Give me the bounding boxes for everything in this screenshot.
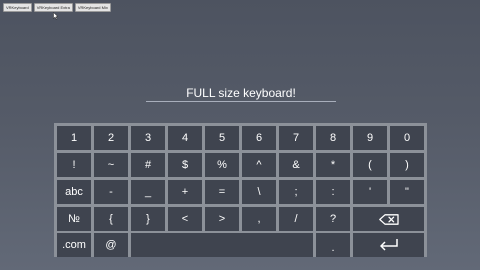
key[interactable]: ^: [242, 153, 276, 177]
key[interactable]: <: [168, 207, 202, 231]
key[interactable]: 8: [316, 126, 350, 150]
key[interactable]: &: [279, 153, 313, 177]
key[interactable]: /: [279, 207, 313, 231]
key[interactable]: }: [131, 207, 165, 231]
key-at[interactable]: @: [94, 233, 128, 257]
key[interactable]: _: [131, 180, 165, 204]
key[interactable]: 2: [94, 126, 128, 150]
key[interactable]: {: [94, 207, 128, 231]
key[interactable]: +: [168, 180, 202, 204]
key[interactable]: *: [316, 153, 350, 177]
key-dotcom[interactable]: .com: [57, 233, 91, 257]
key[interactable]: 3: [131, 126, 165, 150]
key[interactable]: #: [131, 153, 165, 177]
tab-vrkeyboard[interactable]: VRKeyboard: [3, 3, 32, 12]
key[interactable]: abc: [57, 180, 91, 204]
key-period[interactable]: .: [316, 233, 350, 257]
key[interactable]: 4: [168, 126, 202, 150]
tab-vrkeyboard-mix[interactable]: VRKeyboard Mix: [74, 3, 111, 12]
key[interactable]: 7: [279, 126, 313, 150]
key[interactable]: ,: [242, 207, 276, 231]
key[interactable]: 1: [57, 126, 91, 150]
virtual-keyboard: 1 2 3 4 5 6 7 8 9 0! ~ # $% ^ & *() abc - _ + = \;: ' " №{} < >, /?…: [54, 123, 427, 257]
backspace-key[interactable]: [353, 207, 424, 231]
enter-key[interactable]: [353, 233, 424, 257]
key[interactable]: ": [390, 180, 424, 204]
key[interactable]: (: [353, 153, 387, 177]
key[interactable]: 5: [205, 126, 239, 150]
tab-bar: VRKeyboard VRKeyboard Extra VRKeyboard M…: [3, 3, 111, 12]
enter-arrow-icon: [379, 239, 398, 251]
mouse-cursor-icon: [53, 12, 59, 20]
key[interactable]: =: [205, 180, 239, 204]
key[interactable]: №: [57, 207, 91, 231]
key[interactable]: ;: [279, 180, 313, 204]
space-bar[interactable]: [131, 233, 313, 257]
text-input-display[interactable]: FULL size keyboard!: [147, 86, 335, 101]
key[interactable]: \: [242, 180, 276, 204]
key[interactable]: ~: [94, 153, 128, 177]
key[interactable]: $: [168, 153, 202, 177]
key[interactable]: !: [57, 153, 91, 177]
input-underline: [146, 101, 336, 102]
key[interactable]: 6: [242, 126, 276, 150]
key[interactable]: -: [94, 180, 128, 204]
key[interactable]: ?: [316, 207, 350, 231]
key[interactable]: 9: [353, 126, 387, 150]
key[interactable]: :: [316, 180, 350, 204]
key[interactable]: 0: [390, 126, 424, 150]
key[interactable]: ): [390, 153, 424, 177]
backspace-icon: [378, 213, 399, 225]
tab-vrkeyboard-extra[interactable]: VRKeyboard Extra: [33, 3, 73, 12]
key[interactable]: ': [353, 180, 387, 204]
key[interactable]: %: [205, 153, 239, 177]
key[interactable]: >: [205, 207, 239, 231]
